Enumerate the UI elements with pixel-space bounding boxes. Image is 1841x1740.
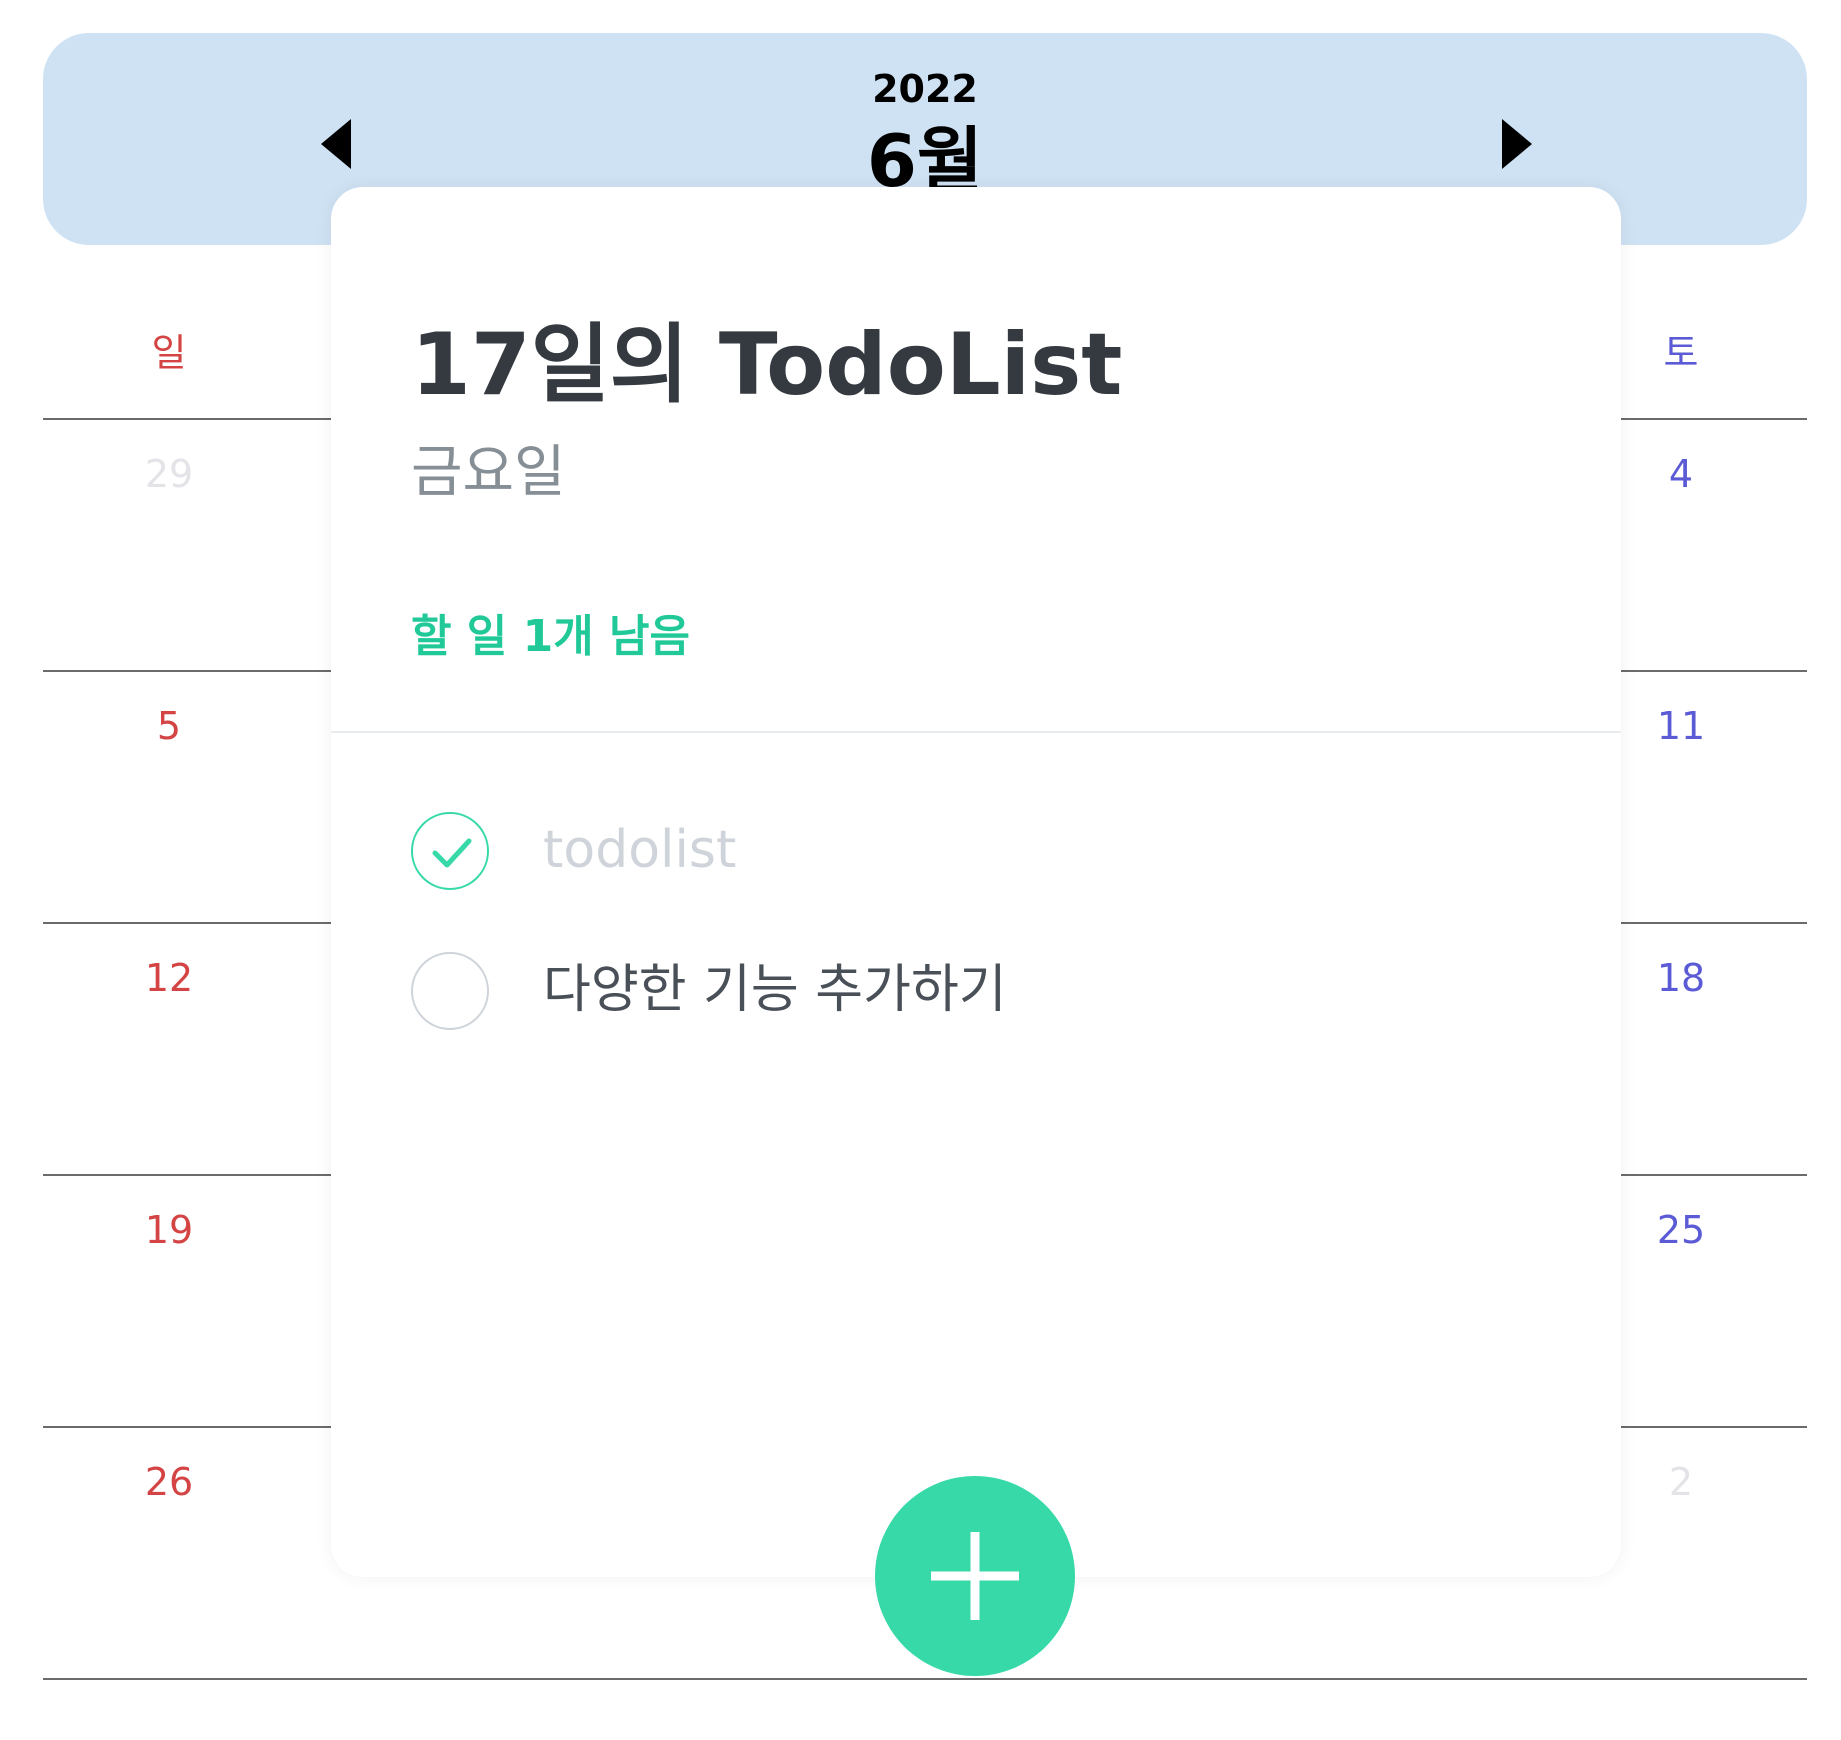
plus-icon: [931, 1532, 1019, 1620]
caret-right-icon: [1502, 119, 1532, 169]
date-cell[interactable]: 5: [43, 704, 295, 748]
weekday-sunday: 일: [151, 331, 187, 375]
remaining-count: 할 일 1개 남음: [411, 611, 690, 662]
row-divider: [43, 1678, 1807, 1680]
todo-text[interactable]: todolist: [543, 821, 736, 879]
modal-divider: [331, 731, 1621, 733]
todo-item: 다양한 기능 추가하기: [411, 952, 1511, 1034]
prev-month-button[interactable]: [313, 111, 363, 177]
modal-title: 17일의 TodoList: [411, 315, 1123, 415]
add-todo-button[interactable]: [875, 1476, 1075, 1676]
todo-item: todolist: [411, 812, 1511, 894]
date-cell[interactable]: 26: [43, 1460, 295, 1504]
date-cell[interactable]: 19: [43, 1208, 295, 1252]
todo-modal: 17일의 TodoList 금요일 할 일 1개 남음 todolist 다양한…: [331, 187, 1621, 1577]
modal-weekday: 금요일: [411, 440, 566, 505]
todo-checkbox[interactable]: [411, 812, 489, 890]
check-icon: [432, 838, 472, 868]
todo-text[interactable]: 다양한 기능 추가하기: [543, 961, 1007, 1019]
date-cell[interactable]: 29: [43, 452, 295, 496]
todo-checkbox[interactable]: [411, 952, 489, 1030]
year-label: 2022: [872, 67, 978, 111]
caret-left-icon: [321, 119, 351, 169]
date-cell[interactable]: 12: [43, 956, 295, 1000]
next-month-button[interactable]: [1490, 111, 1540, 177]
